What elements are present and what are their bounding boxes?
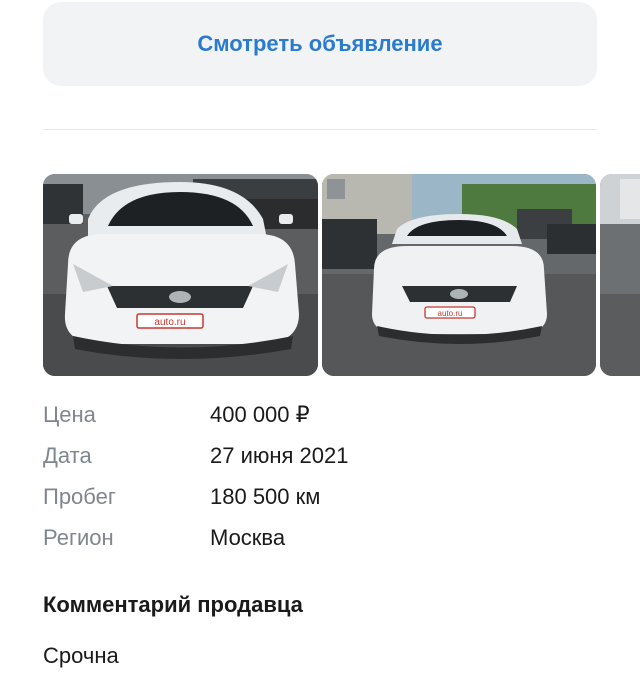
- detail-row-price: Цена 400 000 ₽: [43, 398, 597, 439]
- view-ad-button-label: Смотреть объявление: [197, 31, 443, 56]
- divider: [43, 129, 597, 130]
- seller-comment-text: Срочна: [43, 643, 119, 668]
- plate-text: auto.ru: [154, 317, 185, 328]
- region-value: Москва: [210, 525, 286, 550]
- car-photo-3[interactable]: [600, 174, 640, 376]
- detail-label: Регион: [43, 525, 114, 550]
- car-photo-2[interactable]: auto.ru: [322, 174, 596, 376]
- mileage-value: 180 500 км: [210, 484, 321, 509]
- listing-card: Смотреть объявление auto.ru auto.ru Цена…: [0, 0, 640, 687]
- detail-row-region: Регион Москва: [43, 521, 597, 562]
- detail-row-mileage: Пробег 180 500 км: [43, 480, 597, 521]
- detail-label: Дата: [43, 443, 92, 468]
- date-value: 27 июня 2021: [210, 443, 349, 468]
- car-photo-1[interactable]: auto.ru: [43, 174, 318, 376]
- detail-label: Пробег: [43, 484, 116, 509]
- view-ad-button[interactable]: Смотреть объявление: [43, 2, 597, 86]
- price-value: 400 000 ₽: [210, 402, 310, 427]
- listing-details: Цена 400 000 ₽ Дата 27 июня 2021 Пробег …: [43, 398, 597, 562]
- detail-label: Цена: [43, 402, 96, 427]
- seller-comment-title: Комментарий продавца: [43, 592, 303, 617]
- plate-text: auto.ru: [438, 309, 463, 318]
- detail-row-date: Дата 27 июня 2021: [43, 439, 597, 480]
- photo-gallery[interactable]: auto.ru auto.ru: [43, 174, 640, 376]
